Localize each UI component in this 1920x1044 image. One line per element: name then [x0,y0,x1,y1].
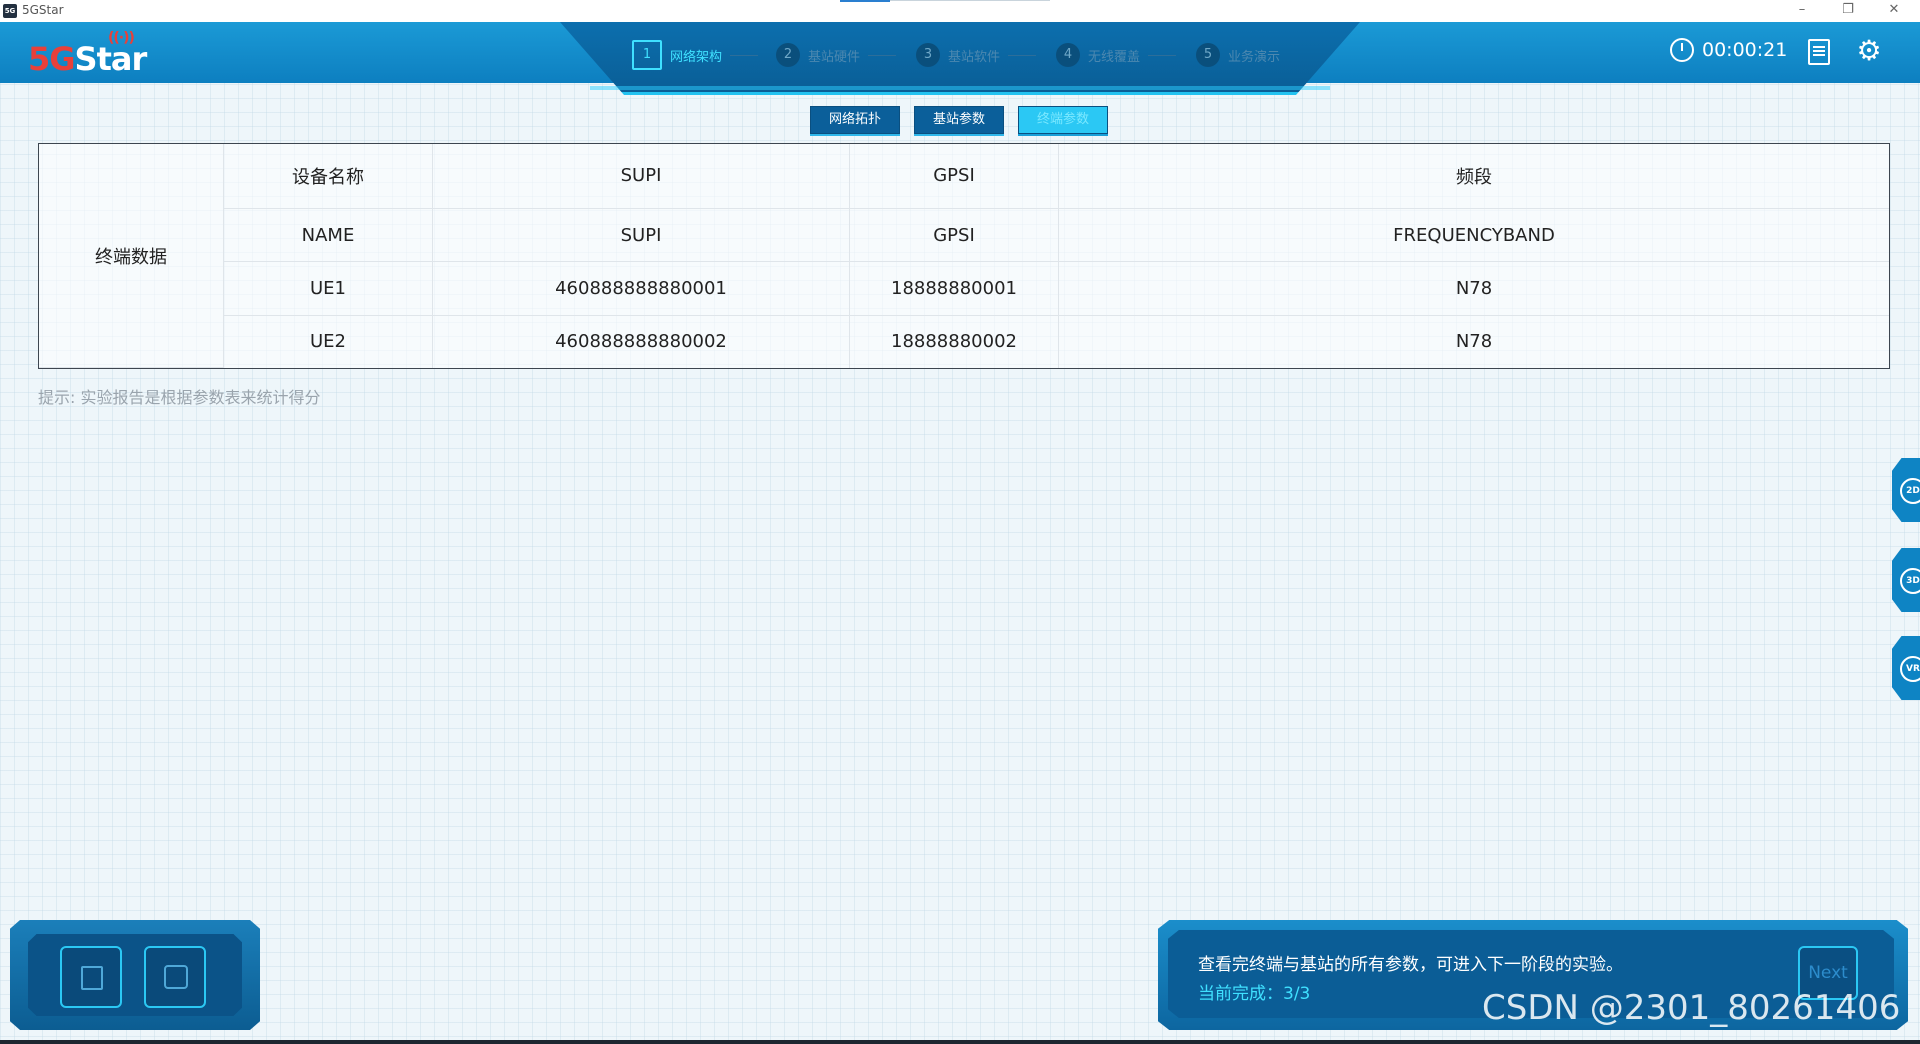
step-1[interactable]: 1 网络架构 [632,40,759,70]
table-cell: 460888888880001 [432,261,850,316]
timer: 00:00:21 [1670,38,1787,62]
step-connector [1008,54,1037,56]
step-number: 5 [1196,43,1220,67]
column-header: SUPI [432,144,850,209]
notes-button[interactable] [60,946,122,1008]
step-navigation: 1 网络架构 2 基站硬件 3 基站软件 4 无线覆盖 5 业务演示 [560,22,1360,95]
step-connector [1148,54,1177,56]
clock-icon [1670,38,1694,62]
export-icon [164,965,188,989]
view-2d-icon: 2D [1900,478,1920,504]
column-header: 设备名称 [223,144,433,209]
sub-tabs: 网络拓扑 基站参数 终端参数 [810,106,1108,136]
view-3d-icon: 3D [1900,568,1920,594]
signal-icon: ((·)) [108,30,135,46]
minimize-button[interactable]: – [1780,0,1824,22]
tool-panel [10,920,260,1030]
window-title: 5GStar [22,3,64,17]
tab-base-station-params[interactable]: 基站参数 [914,106,1004,136]
view-3d-button[interactable]: 3D [1892,548,1920,612]
step-number: 2 [776,43,800,67]
tab-terminal-params[interactable]: 终端参数 [1018,106,1108,136]
table-cell: N78 [1058,261,1889,316]
load-progress-indicator [840,0,890,2]
table-header-row: 终端数据 设备名称 SUPI GPSI 频段 [39,144,1889,368]
instruction-message: 查看完终端与基站的所有参数，可进入下一阶段的实验。 [1198,955,1623,975]
view-vr-icon: VR [1900,656,1920,682]
step-connector [868,54,897,56]
column-header: 频段 [1058,144,1889,209]
table-cell: GPSI [849,208,1059,263]
table-cell: 460888888880002 [432,315,850,368]
table-cell: NAME [223,208,433,263]
step-label: 基站硬件 [808,49,861,65]
terminal-data-table: 终端数据 设备名称 SUPI GPSI 频段 NAME SUPI GPSI FR… [38,143,1890,369]
step-3[interactable]: 3 基站软件 [916,42,1037,68]
column-header: GPSI [849,144,1059,209]
table-row: NAME SUPI GPSI FREQUENCYBAND [39,208,1889,263]
view-2d-button[interactable]: 2D [1892,458,1920,522]
table-cell: SUPI [432,208,850,263]
table-row: UE2 460888888880002 18888880002 N78 [39,315,1889,368]
app-icon: 5G [3,4,17,18]
table-cell: 18888880002 [849,315,1059,368]
report-icon[interactable] [1806,38,1832,65]
load-progress-track [890,0,1050,1]
close-button[interactable]: ✕ [1872,0,1916,22]
app-logo: 5GStar ((·)) [28,30,147,78]
step-label: 无线覆盖 [1088,49,1141,65]
gear-icon[interactable]: ⚙ [1856,37,1882,65]
tab-network-topology[interactable]: 网络拓扑 [810,106,900,136]
table-side-label: 终端数据 [39,144,224,368]
table-row: UE1 460888888880001 18888880001 N78 [39,261,1889,316]
window-titlebar: 5G 5GStar – ❐ ✕ [0,0,1920,23]
table-cell: UE2 [223,315,433,368]
table-cell: FREQUENCYBAND [1058,208,1889,263]
step-label: 基站软件 [948,49,1001,65]
bottom-edge [0,1040,1920,1044]
step-connector [730,54,759,56]
step-number: 4 [1056,43,1080,67]
step-2[interactable]: 2 基站硬件 [776,42,897,68]
table-cell: 18888880001 [849,261,1059,316]
step-label: 业务演示 [1228,49,1281,65]
export-button[interactable] [144,946,206,1008]
table-cell: UE1 [223,261,433,316]
timer-value: 00:00:21 [1702,39,1788,61]
restore-button[interactable]: ❐ [1826,0,1870,22]
hint-text: 提示: 实验报告是根据参数表来统计得分 [38,388,321,407]
completion-progress: 当前完成：3/3 [1198,984,1311,1004]
step-4[interactable]: 4 无线覆盖 [1056,42,1177,68]
edit-note-icon [81,966,103,990]
watermark: CSDN @2301_80261406 [1482,988,1901,1028]
table-cell: N78 [1455,331,1493,353]
logo-5g: 5G [28,40,76,78]
view-vr-button[interactable]: VR [1892,636,1920,700]
step-5[interactable]: 5 业务演示 [1196,42,1280,68]
stepbar-glow [590,86,1330,90]
step-number: 3 [916,43,940,67]
step-label: 网络架构 [670,49,723,65]
step-number: 1 [632,40,662,70]
